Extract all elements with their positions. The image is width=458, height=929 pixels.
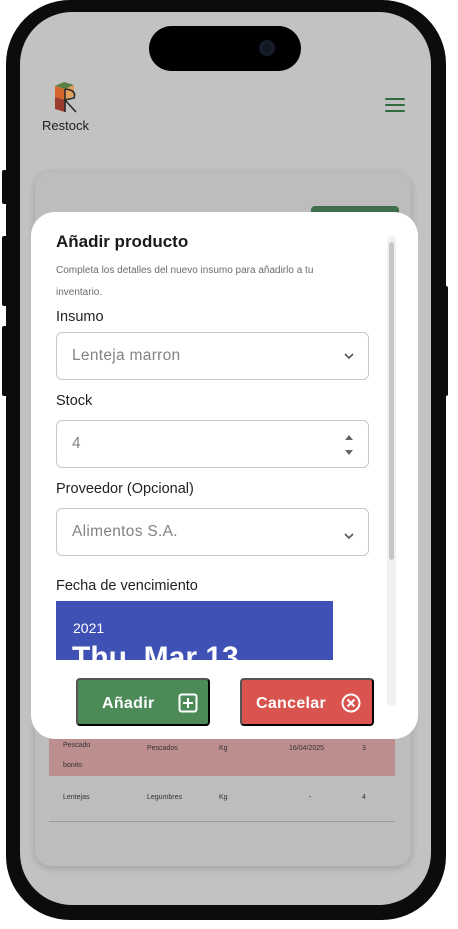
date-picker-selected-date[interactable]: Thu, Mar 13 xyxy=(72,641,239,660)
cell-unit: Kg xyxy=(219,794,228,801)
modal-scroll-area: Añadir producto Completa los detalles de… xyxy=(31,212,391,660)
cell-category: Pescados xyxy=(147,745,178,752)
proveedor-value: Alimentos S.A. xyxy=(72,523,178,540)
insumo-select[interactable]: Lenteja marron xyxy=(56,332,369,380)
proveedor-select[interactable]: Alimentos S.A. xyxy=(56,508,369,556)
restock-logo-icon xyxy=(55,82,77,113)
stock-label: Stock xyxy=(56,393,93,409)
app-logo[interactable]: Restock xyxy=(42,80,102,136)
cell-name: Pescado bonito xyxy=(63,742,91,769)
cell-expiry: - xyxy=(309,794,312,801)
insumo-label: Insumo xyxy=(56,309,104,325)
plus-square-icon xyxy=(178,693,198,713)
dynamic-island xyxy=(149,26,301,71)
cell-name: Lentejas xyxy=(63,794,90,801)
cell-expiry: 16/04/2025 xyxy=(289,745,325,752)
add-button-label: Añadir xyxy=(102,695,155,712)
add-product-modal: Añadir producto Completa los detalles de… xyxy=(31,212,418,739)
phone-side-button xyxy=(2,236,8,306)
hamburger-menu-icon[interactable] xyxy=(385,98,405,112)
insumo-value: Lenteja marron xyxy=(72,347,181,364)
cell-unit: Kg xyxy=(219,745,228,752)
stock-value: 4 xyxy=(72,435,81,452)
phone-screen: Restock Pescado bonito Pescados Kg 16/04… xyxy=(20,12,431,905)
date-picker-year[interactable]: 2021 xyxy=(73,620,104,636)
cell-category: Legumbres xyxy=(147,794,183,801)
modal-title: Añadir producto xyxy=(56,232,189,251)
table-row[interactable]: Pescado bonito Pescados Kg 16/04/2025 3 xyxy=(49,738,395,776)
app-name: Restock xyxy=(42,118,89,133)
chevron-down-icon xyxy=(344,353,354,360)
cancel-button[interactable]: Cancelar xyxy=(240,678,374,726)
table-row[interactable]: Lentejas Legumbres Kg - 4 xyxy=(49,780,395,822)
cancel-button-label: Cancelar xyxy=(256,695,326,712)
date-picker-header[interactable]: 2021 Thu, Mar 13 xyxy=(56,601,333,660)
phone-side-button xyxy=(2,326,8,396)
proveedor-label: Proveedor (Opcional) xyxy=(56,481,194,497)
close-circle-icon xyxy=(341,693,361,713)
chevron-down-icon xyxy=(344,533,354,540)
fecha-label: Fecha de vencimiento xyxy=(56,578,198,594)
modal-description: Completa los detalles del nuevo insumo p… xyxy=(56,265,314,298)
phone-side-button xyxy=(2,170,8,204)
stock-input[interactable]: 4 xyxy=(56,420,369,468)
phone-side-button xyxy=(442,286,448,396)
spinner-arrows-icon[interactable] xyxy=(344,433,354,457)
cell-qty: 4 xyxy=(362,794,366,801)
camera-icon xyxy=(259,40,275,56)
cell-qty: 3 xyxy=(362,745,366,752)
add-button[interactable]: Añadir xyxy=(76,678,210,726)
